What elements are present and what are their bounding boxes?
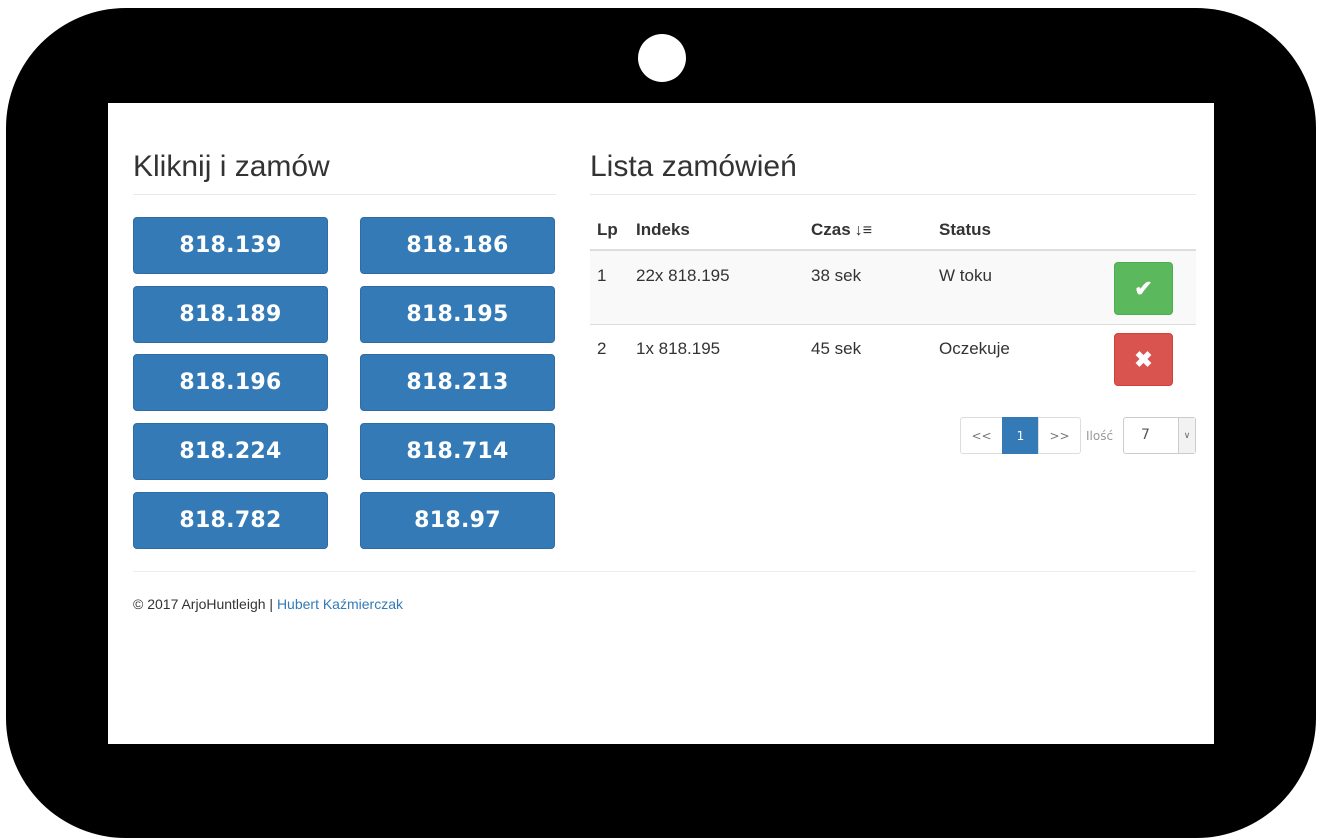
order-button-818-224[interactable]: 818.224 bbox=[133, 423, 328, 480]
quantity-label: Ilość bbox=[1086, 429, 1114, 443]
order-panel-divider bbox=[133, 194, 556, 195]
column-header-index: Indeks bbox=[636, 220, 690, 239]
quantity-value: 7 bbox=[1141, 427, 1150, 443]
row-1-time: 38 sek bbox=[811, 266, 862, 285]
cancel-button[interactable]: ✖ bbox=[1114, 333, 1173, 386]
column-header-status: Status bbox=[939, 220, 991, 239]
chevron-down-icon: ∨ bbox=[1178, 418, 1195, 453]
order-panel-title: Kliknij i zamów bbox=[133, 150, 330, 183]
order-button-818-139[interactable]: 818.139 bbox=[133, 217, 328, 274]
orders-list-divider bbox=[590, 194, 1196, 195]
column-header-time[interactable]: Czas ↓≡ bbox=[811, 220, 872, 240]
row-2-lp: 2 bbox=[597, 339, 607, 358]
order-button-818-97[interactable]: 818.97 bbox=[360, 492, 555, 549]
sort-amount-desc-icon: ↓≡ bbox=[854, 222, 873, 239]
quantity-select[interactable]: 7 ∨ bbox=[1123, 417, 1196, 454]
checkmark-icon: ✔ bbox=[1134, 275, 1153, 301]
column-header-lp: Lp bbox=[597, 220, 618, 239]
footer: © 2017 ArjoHuntleigh | Hubert Kaźmiercza… bbox=[133, 596, 403, 612]
orders-list-title: Lista zamówień bbox=[590, 150, 797, 183]
row-2-time: 45 sek bbox=[811, 339, 862, 358]
copyright-text: © 2017 ArjoHuntleigh | bbox=[133, 596, 274, 612]
confirm-button[interactable]: ✔ bbox=[1114, 262, 1173, 315]
row-divider bbox=[590, 324, 1196, 325]
author-link[interactable]: Hubert Kaźmierczak bbox=[277, 596, 403, 612]
row-1-index: 22x 818.195 bbox=[636, 266, 730, 285]
column-header-time-label: Czas bbox=[811, 220, 851, 239]
row-2-index: 1x 818.195 bbox=[636, 339, 721, 358]
pagination-next[interactable]: >> bbox=[1038, 417, 1081, 454]
row-1-lp: 1 bbox=[597, 266, 607, 285]
order-button-818-189[interactable]: 818.189 bbox=[133, 286, 328, 343]
camera-icon bbox=[638, 34, 686, 82]
screen: Kliknij i zamów 818.139 818.186 818.189 … bbox=[108, 103, 1214, 744]
row-1-status: W toku bbox=[939, 266, 992, 285]
order-button-818-186[interactable]: 818.186 bbox=[360, 217, 555, 274]
order-button-818-213[interactable]: 818.213 bbox=[360, 354, 555, 411]
pagination-page-1[interactable]: 1 bbox=[1002, 417, 1039, 454]
close-icon: ✖ bbox=[1134, 346, 1153, 372]
order-button-818-782[interactable]: 818.782 bbox=[133, 492, 328, 549]
table-row bbox=[590, 251, 1196, 324]
row-2-status: Oczekuje bbox=[939, 339, 1010, 358]
pagination-prev[interactable]: << bbox=[960, 417, 1003, 454]
order-button-818-195[interactable]: 818.195 bbox=[360, 286, 555, 343]
order-button-818-196[interactable]: 818.196 bbox=[133, 354, 328, 411]
footer-divider bbox=[133, 571, 1196, 572]
order-button-818-714[interactable]: 818.714 bbox=[360, 423, 555, 480]
